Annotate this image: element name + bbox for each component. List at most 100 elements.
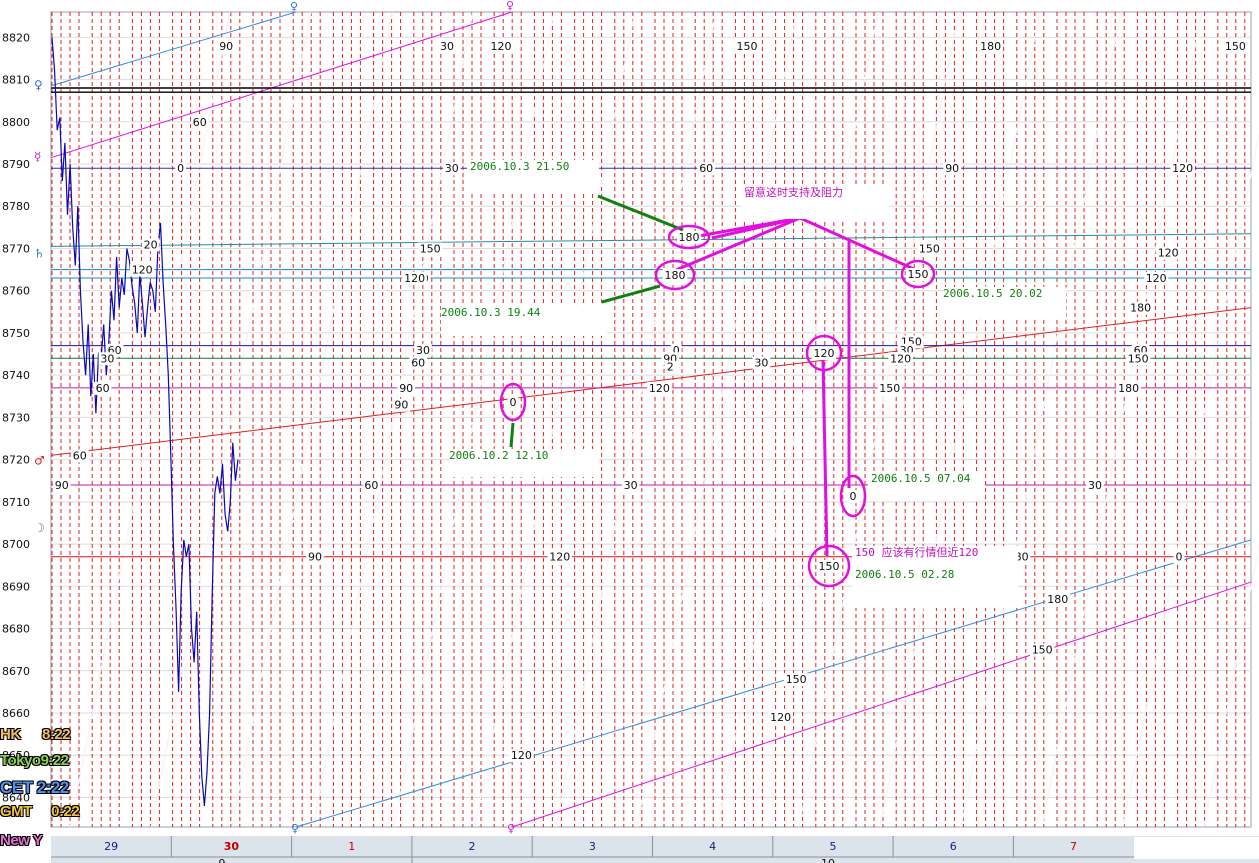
planet-glyph-icon: ☽	[34, 521, 45, 535]
degree-label: 90	[399, 382, 413, 395]
planet-glyph-icon: ♀	[506, 0, 514, 12]
date-axis-day-label: 7	[1070, 840, 1077, 853]
date-axis-day-label: 2	[469, 840, 476, 853]
degree-label: 150	[737, 40, 758, 53]
y-tick-label: 1.8730	[0, 411, 30, 424]
circled-mark-label: 0	[850, 490, 857, 503]
planet-glyph-icon: ☿	[34, 150, 41, 164]
annotation-text: 2006.10.3 19.44	[441, 306, 541, 319]
y-tick-label: 1.8720	[0, 454, 30, 467]
clock-newyork: New Y	[0, 832, 46, 849]
degree-label: 30	[624, 479, 638, 492]
degree-label: 180	[1130, 302, 1151, 315]
clock-city: CET	[0, 778, 33, 797]
degree-label: 30	[754, 356, 768, 369]
planet-glyph-icon: ♀	[34, 78, 43, 92]
degree-label: 120	[890, 352, 911, 365]
degree-label: 150	[1032, 644, 1053, 657]
y-tick-label: 1.8780	[0, 200, 30, 213]
annotation-text: 留意这时支持及阻力	[744, 185, 843, 199]
clock-time: 9:22	[40, 752, 70, 769]
degree-label: 180	[1047, 593, 1068, 606]
annotation-text: 2006.10.3 21.50	[470, 160, 569, 173]
y-tick-label: 1.8750	[0, 327, 30, 340]
degree-label: 120	[1146, 272, 1167, 285]
y-tick-label: 1.8660	[0, 707, 30, 720]
degree-label: 150	[1128, 352, 1149, 365]
date-axis-day-label: 3	[589, 840, 596, 853]
clock-city: New Y	[0, 832, 43, 849]
degree-label: 180	[980, 40, 1001, 53]
degree-label: 120	[404, 272, 425, 285]
degree-label: 150	[420, 242, 441, 255]
degree-label: 60	[193, 116, 207, 129]
clock-city: GMT	[0, 803, 32, 820]
degree-label: 30	[1088, 479, 1102, 492]
clock-time: 8:22	[42, 726, 71, 743]
clock-tokyo: Tokyo9:22	[0, 752, 69, 769]
clock-city: HK	[0, 726, 21, 743]
degree-label: 120	[549, 551, 570, 564]
degree-label: 90	[55, 479, 69, 492]
y-tick-label: 1.8790	[0, 158, 30, 171]
y-tick-label: 1.8690	[0, 580, 30, 593]
clock-city: Tokyo	[0, 752, 41, 769]
clock-time: 2:22	[36, 778, 70, 797]
clock-cet: CET 2:22	[0, 778, 69, 798]
degree-label: 2	[667, 361, 674, 374]
degree-label: 60	[73, 449, 87, 462]
y-tick-label: 1.8800	[0, 116, 30, 129]
degree-label: 150	[879, 382, 900, 395]
degree-label: 30	[416, 344, 430, 357]
degree-label: 60	[364, 479, 378, 492]
month-label: 10	[821, 857, 835, 863]
clock-gmt: GMT 0:22	[0, 803, 80, 820]
degree-label: 60	[411, 356, 425, 369]
circled-mark-label: 150	[908, 268, 929, 281]
degree-label: 120	[511, 749, 532, 762]
circled-mark-label: 0	[510, 396, 517, 409]
y-tick-label: 1.8700	[0, 538, 30, 551]
date-axis-day-label: 4	[709, 840, 716, 853]
price-chart[interactable]: 6030603060909009012030150301201506015018…	[0, 0, 1259, 863]
planet-glyph-icon: ♄	[34, 247, 45, 261]
degree-label: 90	[219, 40, 233, 53]
degree-label: 120	[649, 382, 670, 395]
circled-mark-label: 120	[814, 347, 835, 360]
circled-mark-label: 150	[819, 560, 840, 573]
date-axis-day-label: 6	[950, 840, 957, 853]
degree-label: 120	[1172, 162, 1193, 175]
planet-glyph-icon: ♀	[290, 0, 298, 13]
degree-label: 0	[177, 162, 184, 175]
planet-glyph-icon: ♀	[507, 822, 515, 835]
month-label: 9	[219, 857, 226, 863]
circled-mark-label: 180	[665, 269, 686, 282]
y-tick-label: 1.8760	[0, 285, 30, 298]
annotation-text: 2006.10.5 02.28	[855, 568, 954, 581]
degree-label: 150	[919, 242, 940, 255]
annotation-text: 2006.10.2 12.10	[449, 449, 548, 462]
degree-label: 30	[445, 162, 459, 175]
degree-label: 60	[699, 162, 713, 175]
y-tick-label: 1.8740	[0, 369, 30, 382]
annotation-text: 150 应该有行情但近120	[855, 545, 978, 559]
degree-label: 120	[132, 264, 153, 277]
chart-window: 60 30 60 30 60 90 90 0 90 120 30 150 30 120 150 60 150 18…	[0, 0, 1259, 863]
planet-glyph-icon: ♀	[291, 822, 299, 835]
pointer-line	[509, 422, 515, 448]
clock-hk: HK 8:22	[0, 726, 71, 743]
date-axis-day-label: 29	[104, 840, 118, 853]
degree-label: 20	[144, 238, 158, 251]
y-tick-label: 1.8770	[0, 242, 30, 255]
degree-label: 180	[1118, 382, 1139, 395]
degree-label: 120	[1158, 247, 1179, 260]
planet-glyph-icon: ♂	[34, 454, 45, 468]
y-tick-label: 1.8810	[0, 74, 30, 87]
circled-mark-label: 180	[679, 231, 700, 244]
degree-label: 0	[1176, 551, 1183, 564]
annotation-text: 2006.10.5 20.02	[943, 287, 1042, 300]
degree-label: 150	[1225, 40, 1246, 53]
date-axis-day-label: 30	[224, 840, 240, 853]
degree-label: 150	[786, 673, 807, 686]
degree-label: 90	[308, 551, 322, 564]
